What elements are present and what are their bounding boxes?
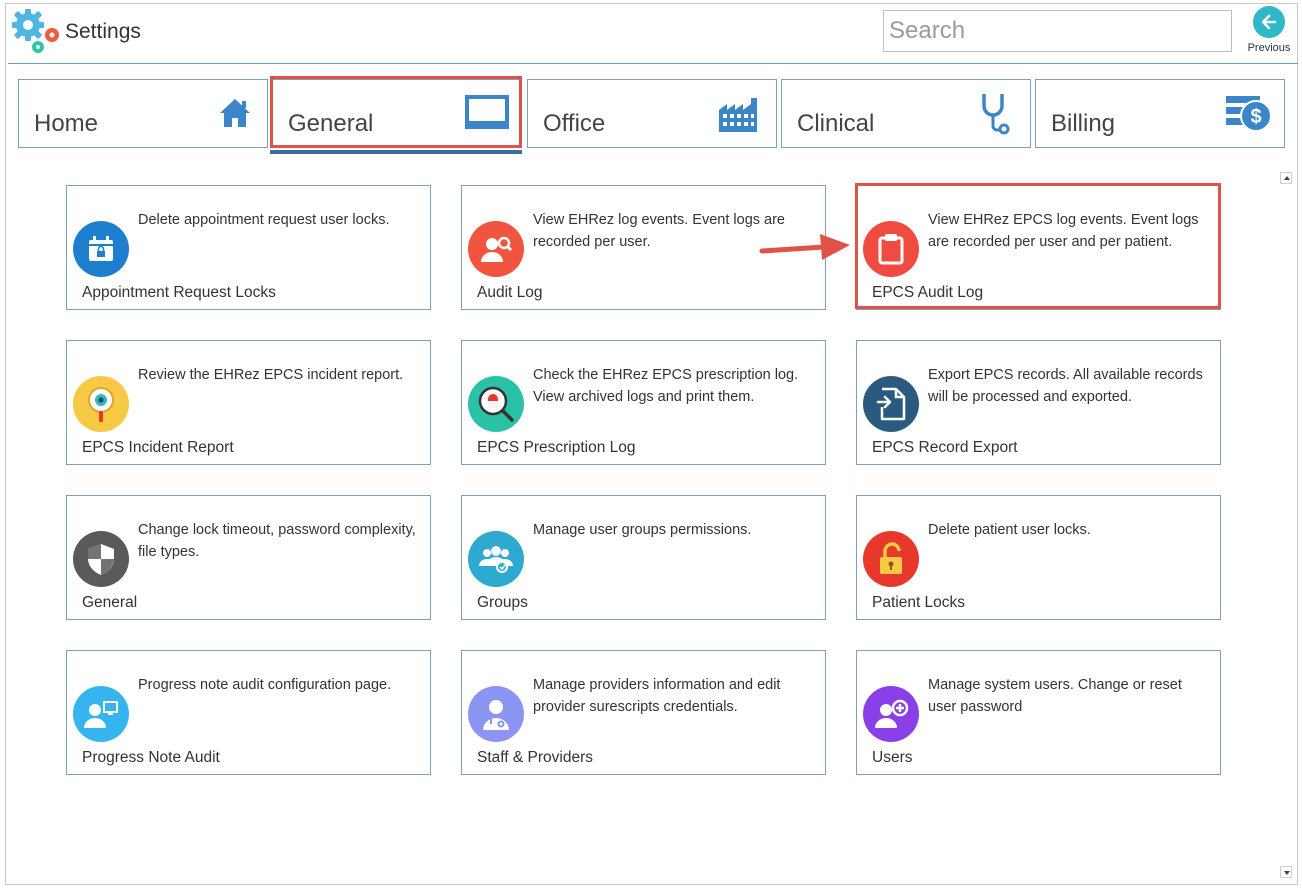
- card-title: EPCS Record Export: [872, 439, 1018, 456]
- card-users[interactable]: Manage system users. Change or reset use…: [856, 650, 1221, 775]
- card-title: EPCS Incident Report: [82, 439, 234, 456]
- card-epcs-prescription-log[interactable]: Check the EHRez EPCS prescription log. V…: [461, 340, 826, 465]
- tab-home-label: Home: [34, 110, 99, 137]
- user-search-icon: [468, 221, 524, 277]
- card-title: Staff & Providers: [477, 749, 594, 766]
- triangle-down-icon: [1284, 871, 1290, 875]
- arrow-left-icon: [1253, 6, 1285, 38]
- card-description: Export EPCS records. All available recor…: [928, 367, 1203, 405]
- tab-billing[interactable]: Billing $: [1035, 79, 1285, 148]
- tab-billing-label: Billing: [1051, 110, 1116, 137]
- card-groups[interactable]: Manage user groups permissions. Groups: [461, 495, 826, 620]
- file-export-icon: [863, 376, 919, 432]
- user-add-icon: [863, 686, 919, 742]
- card-title: Users: [872, 749, 913, 766]
- card-general[interactable]: Change lock timeout, password complexity…: [66, 495, 431, 620]
- card-title: EPCS Prescription Log: [477, 439, 636, 456]
- card-description: Manage system users. Change or reset use…: [928, 677, 1182, 715]
- tab-office[interactable]: Office: [527, 79, 777, 148]
- group-icon: [468, 531, 524, 587]
- billing-icon: $: [1226, 94, 1272, 139]
- magnifier-eye-icon: [73, 376, 129, 432]
- card-appointment-request-locks[interactable]: Delete appointment request user locks. A…: [66, 185, 431, 310]
- tab-clinical[interactable]: Clinical: [781, 79, 1031, 148]
- tab-home[interactable]: Home: [18, 79, 268, 148]
- card-title: General: [82, 594, 138, 611]
- tab-office-label: Office: [543, 110, 606, 137]
- card-title: Appointment Request Locks: [82, 284, 276, 301]
- card-title: Progress Note Audit: [82, 749, 220, 766]
- settings-gears-icon: [8, 6, 62, 58]
- scroll-down-button[interactable]: [1280, 866, 1292, 878]
- pill-search-icon: [468, 376, 524, 432]
- previous-button[interactable]: Previous: [1244, 6, 1294, 60]
- padlock-icon: [863, 531, 919, 587]
- card-description: Manage user groups permissions.: [533, 522, 752, 538]
- tab-clinical-label: Clinical: [797, 110, 875, 137]
- annotation-arrow-icon: [758, 228, 856, 267]
- card-description: Check the EHRez EPCS prescription log. V…: [533, 367, 799, 405]
- doctor-icon: [468, 686, 524, 742]
- card-description: Change lock timeout, password complexity…: [138, 522, 416, 560]
- card-description: Delete patient user locks.: [928, 522, 1091, 538]
- active-tab-indicator: [270, 150, 522, 154]
- header-divider: [8, 63, 1298, 64]
- card-epcs-record-export[interactable]: Export EPCS records. All available recor…: [856, 340, 1221, 465]
- card-title: Patient Locks: [872, 594, 966, 611]
- card-patient-locks[interactable]: Delete patient user locks. Patient Locks: [856, 495, 1221, 620]
- card-description: Progress note audit configuration page.: [138, 677, 392, 693]
- svg-text:$: $: [1250, 106, 1261, 128]
- card-title: Audit Log: [477, 284, 543, 301]
- card-epcs-incident-report[interactable]: Review the EHRez EPCS incident report. E…: [66, 340, 431, 465]
- highlight-box-epcs-audit-log: [855, 183, 1221, 309]
- search-input[interactable]: [883, 10, 1232, 52]
- card-staff-providers[interactable]: Manage providers information and edit pr…: [461, 650, 826, 775]
- previous-label: Previous: [1247, 42, 1291, 54]
- building-icon: [719, 96, 763, 137]
- card-title: Groups: [477, 594, 528, 611]
- user-monitor-icon: [73, 686, 129, 742]
- shield-icon: [73, 531, 129, 587]
- app-title: Settings: [65, 20, 141, 43]
- card-progress-note-audit[interactable]: Progress note audit configuration page. …: [66, 650, 431, 775]
- calendar-lock-icon: [73, 221, 129, 277]
- scroll-up-button[interactable]: [1280, 172, 1292, 184]
- card-description: Review the EHRez EPCS incident report.: [138, 367, 404, 383]
- highlight-box-general-tab: [270, 76, 522, 148]
- home-icon: [218, 96, 252, 135]
- stethoscope-icon: [980, 92, 1010, 141]
- card-description: Manage providers information and edit pr…: [533, 677, 781, 715]
- triangle-up-icon: [1284, 176, 1290, 180]
- card-description: Delete appointment request user locks.: [138, 212, 390, 228]
